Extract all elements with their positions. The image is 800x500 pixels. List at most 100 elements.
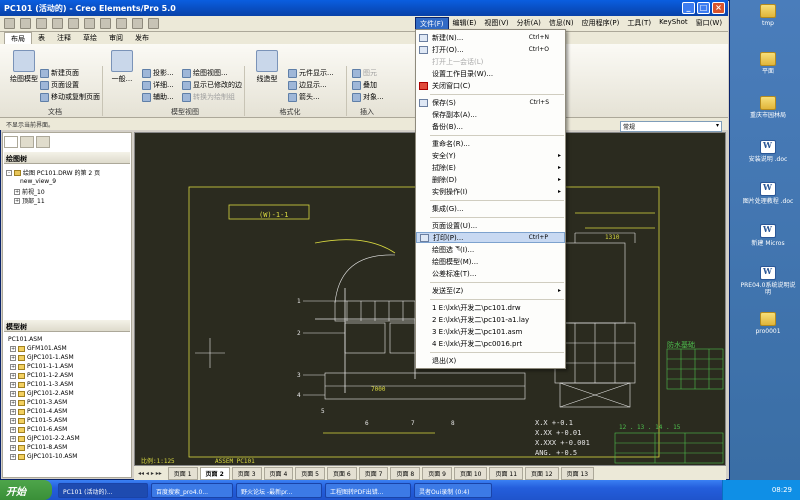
menu-tools[interactable]: 工具(T)	[623, 17, 655, 31]
close-button[interactable]: ×	[712, 2, 725, 14]
overlay-button[interactable]: 叠加	[352, 80, 377, 90]
desktop-icon-garden[interactable]: 重庆市园林局	[738, 96, 798, 119]
detailed-view-button[interactable]: 详细...	[142, 80, 174, 90]
regenerate-icon[interactable]	[84, 18, 95, 29]
show-modified-edges-button[interactable]: 显示已修改的边	[182, 80, 242, 90]
page-tab-9[interactable]: 页面 9	[422, 466, 452, 480]
menu-item-send-to[interactable]: 发送至(Z) ▸	[416, 285, 565, 296]
menu-item-drawing-options[interactable]: 绘图选项(I)...	[416, 244, 565, 255]
menu-item-new[interactable]: 新建(N)... Ctrl+N	[416, 32, 565, 43]
page-tab-7[interactable]: 页面 7	[358, 466, 389, 480]
edge-display-button[interactable]: 边显示...	[288, 80, 327, 90]
tree-item[interactable]: + GFM101.ASM	[10, 345, 67, 352]
desktop-icon-plane[interactable]: 平面	[738, 52, 798, 75]
minimize-button[interactable]: _	[682, 2, 695, 14]
page-tab-5[interactable]: 页面 5	[295, 466, 325, 480]
tree-item[interactable]: new_view_9	[20, 178, 56, 185]
page-tab-3[interactable]: 页面 3	[231, 466, 262, 480]
page-tab-10[interactable]: 页面 10	[453, 466, 488, 480]
page-nav-arrows[interactable]: ◂◂ ◂ ▸ ▸▸	[138, 470, 166, 477]
tree-item[interactable]: + PC101-8.ASM	[10, 444, 67, 451]
menu-item-open[interactable]: 打开(O)... Ctrl+O	[416, 44, 565, 55]
window-icon[interactable]	[100, 18, 111, 29]
tab-layout[interactable]: 布局	[4, 32, 32, 44]
tab-annotate[interactable]: 注释	[51, 32, 77, 44]
expand-icon[interactable]: +	[14, 188, 20, 195]
maximize-button[interactable]: □	[697, 2, 710, 14]
component-display-button[interactable]: 元件显示...	[288, 68, 334, 78]
page-tab-8[interactable]: 页面 8	[390, 466, 421, 480]
desktop-icon-install-doc[interactable]: 安装说明 .doc	[738, 140, 798, 163]
task-recorder[interactable]: 灵者Oui录制 (0:4)	[414, 482, 492, 498]
tree-item[interactable]: + GJPC101-10.ASM	[10, 453, 77, 460]
line-style-button[interactable]: 线造型	[252, 50, 282, 84]
menu-item-backup[interactable]: 备份(B)...	[416, 121, 565, 132]
page-tab-11[interactable]: 页面 11	[489, 466, 524, 480]
new-icon[interactable]	[4, 18, 15, 29]
tree-item[interactable]: + PC101-5.ASM	[10, 417, 67, 424]
start-button[interactable]: 开始	[0, 480, 52, 500]
tree-item[interactable]: - 绘图 PC101.DRW 的第 2 页	[6, 168, 100, 177]
task-baidu[interactable]: 百度搜索_pro4.0...	[151, 482, 233, 498]
page-tab-1[interactable]: 页面 1	[167, 466, 198, 480]
menu-item-recent-2[interactable]: 2 E:\lxk\开发二\pc101-a1.lay	[416, 314, 565, 325]
tree-item[interactable]: + PC101-3.ASM	[10, 399, 67, 406]
desktop-icon-tmp[interactable]: tmp	[738, 4, 798, 27]
page-tab-4[interactable]: 页面 4	[263, 466, 294, 480]
drawing-view-button[interactable]: 绘图视图...	[182, 68, 228, 78]
object-button[interactable]: 对象...	[352, 92, 384, 102]
menu-item-instance-ops[interactable]: 实例操作(I) ▸	[416, 186, 565, 197]
page-tab-6[interactable]: 页面 6	[327, 466, 357, 480]
tab-review[interactable]: 审阅	[103, 32, 129, 44]
tab-table[interactable]: 表	[32, 32, 51, 44]
menu-item-rename[interactable]: 重命名(R)...	[416, 138, 565, 149]
general-view-button[interactable]: 一般...	[108, 50, 136, 84]
menu-item-delete[interactable]: 删除(D) ▸	[416, 174, 565, 185]
menu-item-close-window[interactable]: 关闭窗口(C)	[416, 80, 565, 91]
desktop-icon-pro-doc[interactable]: PRE04.0系统说明说明	[738, 266, 798, 296]
tree-item[interactable]: + GJPC101-1.ASM	[10, 354, 74, 361]
tree-item[interactable]: + PC101-1-1.ASM	[10, 363, 73, 370]
model-tree-tab[interactable]	[4, 136, 18, 148]
open-icon[interactable]	[20, 18, 31, 29]
page-tab-2[interactable]: 页面 2	[199, 466, 230, 480]
tab-publish[interactable]: 发布	[129, 32, 155, 44]
zoom-icon[interactable]	[132, 18, 143, 29]
menu-item-drawing-models[interactable]: 绘图模型(M)...	[416, 256, 565, 267]
menu-applications[interactable]: 应用程序(P)	[578, 17, 624, 31]
page-tab-13[interactable]: 页面 13	[560, 466, 595, 480]
filter-select[interactable]: 常规 ▾	[620, 121, 722, 132]
desktop-icon-new-micros[interactable]: 新建 Micros	[738, 224, 798, 247]
menu-item-security[interactable]: 安全(Y) ▸	[416, 150, 565, 161]
menu-item-open-last-session[interactable]: 打开上一会话(L)	[416, 56, 565, 67]
task-forum[interactable]: 野火论坛 -最新pr...	[236, 482, 322, 498]
menu-item-exit[interactable]: 退出(X)	[416, 355, 565, 366]
menu-item-integrate[interactable]: 集成(G)...	[416, 203, 565, 214]
desktop-icon-image-doc[interactable]: 图片处理教程 .doc	[738, 182, 798, 205]
tree-item[interactable]: PC101.ASM	[8, 336, 42, 343]
menu-item-print[interactable]: 打印(P)... Ctrl+P	[416, 232, 565, 243]
menu-item-save[interactable]: 保存(S) Ctrl+S	[416, 97, 565, 108]
new-page-button[interactable]: 新建页面	[40, 68, 79, 78]
undo-icon[interactable]	[52, 18, 63, 29]
clock[interactable]: 08:29	[772, 486, 792, 494]
menu-item-recent-3[interactable]: 3 E:\lxk\开发二\pc101.asm	[416, 326, 565, 337]
tree-item[interactable]: + 前视_10	[14, 187, 45, 196]
projection-button[interactable]: 投影...	[142, 68, 174, 78]
entity-button[interactable]: 图元	[352, 68, 377, 78]
menu-item-erase[interactable]: 拭除(E) ▸	[416, 162, 565, 173]
tree-item[interactable]: + PC101-4.ASM	[10, 408, 67, 415]
tree-item[interactable]: + GJPC101-2.ASM	[10, 390, 74, 397]
move-copy-page-button[interactable]: 移动或复制页面	[40, 92, 100, 102]
tree-item[interactable]: + 顶部_11	[14, 196, 45, 205]
menu-item-page-setup[interactable]: 页面设置(U)...	[416, 220, 565, 231]
expand-icon[interactable]: -	[6, 169, 12, 176]
drawing-model-button[interactable]: 绘图模型	[8, 50, 40, 84]
desktop-icon-pro0001[interactable]: pro0001	[738, 312, 798, 335]
menu-window[interactable]: 窗口(W)	[692, 17, 726, 31]
tree-item[interactable]: + GJPC101-2-2.ASM	[10, 435, 80, 442]
menu-keyshot[interactable]: KeyShot	[655, 17, 692, 31]
favorites-tab[interactable]	[36, 136, 50, 148]
task-pdf-error[interactable]: 工程图转PDF出错...	[325, 482, 411, 498]
convert-draw-group-button[interactable]: 转换为绘制组	[182, 92, 235, 102]
